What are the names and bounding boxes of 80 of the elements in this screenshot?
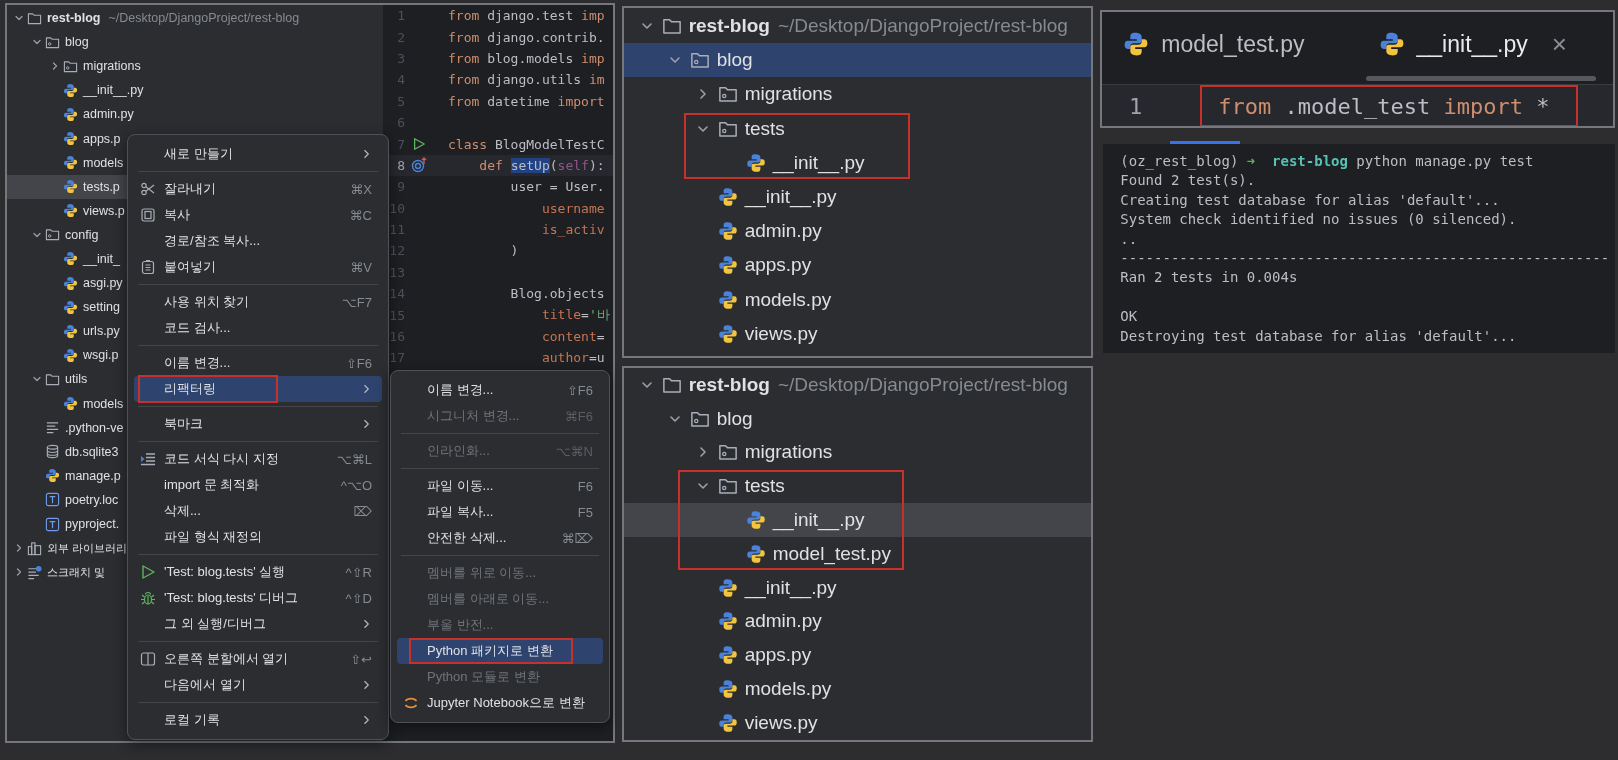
shortcut-label: ⌦	[353, 503, 372, 519]
menu-label: 새로 만들기	[164, 145, 234, 163]
terminal-line: ..	[1120, 229, 1139, 249]
code-line: from blog.models imp	[447, 50, 605, 66]
code-line: def setUp(self):	[478, 157, 605, 173]
shortcut-label: ^⇧R	[345, 564, 372, 580]
menu-label: 경로/참조 복사...	[164, 232, 262, 250]
code-line: class BlogModelTestC	[447, 136, 605, 152]
menu-label: 시그니처 변경...	[427, 407, 521, 425]
terminal-line: (oz_rest_blog) ➜ rest-blog python manage.py test	[1120, 152, 1535, 172]
menu-label: 'Test: blog.tests' 디버그	[164, 589, 300, 607]
terminal-line: ----------------------------------------------------------	[1120, 248, 1611, 268]
shortcut-label: ⌘X	[350, 181, 372, 197]
terminal-line: Found 2 test(s).	[1120, 171, 1257, 191]
menu-label: 사용 위치 찾기	[164, 293, 251, 311]
terminal-line: Ran 2 tests in 0.004s	[1120, 268, 1299, 288]
shortcut-label: F6	[577, 478, 593, 494]
code-line: from django.contrib.	[447, 29, 605, 45]
line-number: 8	[396, 157, 405, 173]
project-path: ~/Desktop/DjangoProject/rest-blog	[108, 11, 300, 26]
menu-label: 그 외 실행/디버그	[164, 615, 267, 633]
menu-label: Jupyter Notebook으로 변환	[427, 694, 586, 712]
shortcut-label: F5	[577, 504, 593, 520]
menu-label: 다음에서 열기	[164, 676, 247, 694]
menu-label: 'Test: blog.tests' 실행	[164, 563, 287, 581]
menu-label: 파일 복사...	[427, 503, 495, 521]
menu-label: 이름 변경...	[164, 354, 232, 372]
menu-label: 멤버를 아래로 이동...	[427, 590, 551, 608]
menu-label: 안전한 삭제...	[427, 529, 508, 547]
menu-label: 코드 검사...	[164, 319, 232, 337]
menu-label: 인라인화...	[427, 442, 491, 460]
menu-label: 삭제...	[164, 502, 202, 520]
code-line: user = User.	[509, 179, 605, 195]
shortcut-label: ⌘C	[349, 207, 372, 223]
menu-label: import 문 최적화	[164, 476, 261, 494]
terminal-line: Destroying test database for alias 'default'...	[1120, 326, 1518, 346]
terminal-line: Creating test database for alias 'default'...	[1120, 190, 1501, 210]
menu-label: 로컬 기록	[164, 711, 221, 729]
shortcut-label: ^⇧D	[345, 590, 372, 606]
shortcut-label: ⌘V	[350, 259, 372, 275]
shortcut-label: ⌥F7	[341, 294, 372, 310]
project-path: ~/Desktop/DjangoProject/rest-blog	[777, 373, 1068, 396]
project-name: rest-blog	[688, 15, 770, 38]
code-line: Blog.objects	[509, 286, 605, 302]
code-line: author=u	[540, 350, 605, 366]
code-line: from datetime import	[447, 93, 605, 109]
menu-label: Python 패키지로 변환	[427, 642, 554, 660]
menu-label: 붙여넣기	[164, 258, 217, 276]
shortcut-label: ⇧↩	[350, 651, 372, 667]
code-line: title='바	[540, 306, 610, 325]
project-path: ~/Desktop/DjangoProject/rest-blog	[777, 15, 1068, 38]
menu-label: 코드 서식 다시 지정	[164, 450, 280, 468]
menu-label: 파일 이동...	[427, 477, 495, 495]
menu-label: Python 모듈로 변환	[427, 668, 541, 686]
project-name: rest-blog	[47, 11, 101, 26]
shortcut-label: ⌘⌦	[561, 530, 593, 546]
code-line: is_activ	[540, 222, 605, 238]
shortcut-label: ⇧F6	[345, 355, 372, 371]
menu-label: 북마크	[164, 415, 204, 433]
menu-label: 오른쪽 분할에서 열기	[164, 650, 290, 668]
menu-label: 멤버를 위로 이동...	[427, 564, 538, 582]
code-line: content=	[540, 329, 605, 345]
code-line: )	[509, 243, 519, 259]
menu-label: 잘라내기	[164, 180, 217, 198]
menu-label: 복사	[164, 206, 191, 224]
menu-label: 부울 반전...	[427, 616, 495, 634]
shortcut-label: ^⌥O	[340, 477, 372, 493]
terminal-line: OK	[1120, 307, 1139, 327]
shortcut-label: ⌥⌘L	[336, 451, 372, 467]
menu-label: 리팩터링	[164, 380, 217, 398]
code-line: from django.utils im	[447, 72, 605, 88]
shortcut-label: ⇧F6	[566, 382, 593, 398]
terminal-line: System check identified no issues (0 silenced).	[1120, 210, 1518, 230]
line-number: 1	[1128, 93, 1143, 119]
menu-label: 이름 변경...	[427, 381, 495, 399]
code-line: username	[540, 200, 605, 216]
project-name: rest-blog	[688, 373, 770, 396]
code-line: from django.test imp	[447, 8, 605, 24]
code-line: from .model_test import *	[1218, 93, 1550, 119]
menu-label: 파일 형식 재정의	[164, 528, 264, 546]
